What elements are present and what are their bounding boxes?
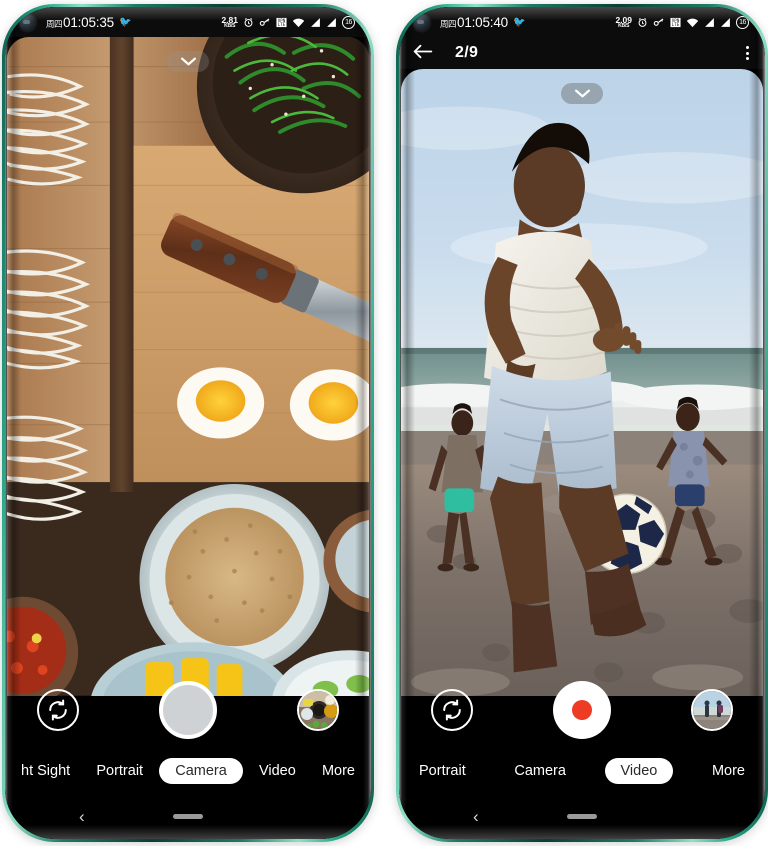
- mode-more[interactable]: More: [312, 758, 365, 784]
- alarm-icon: [243, 17, 254, 28]
- front-camera-punch-hole: [413, 13, 430, 31]
- vpn-icon: VPN LTE: [670, 17, 681, 28]
- mode-portrait[interactable]: Portrait: [86, 758, 153, 784]
- mode-video[interactable]: Video: [604, 758, 674, 784]
- record-button[interactable]: [553, 681, 611, 739]
- phone-device-camera: 周四 01:05:35 🐦 2.81 KB/S VPN LTE 16 ht Si…: [2, 4, 374, 842]
- system-navigation-bar: ‹: [399, 793, 765, 839]
- camera-controls: [7, 679, 369, 741]
- status-icons: 2.09 KB/S VPN LTE 16: [615, 15, 749, 29]
- status-bar: 周四 01:05:35 🐦 2.81 KB/S VPN LTE 16: [5, 7, 371, 37]
- svg-text:LTE: LTE: [278, 22, 286, 27]
- record-dot-icon: [572, 700, 592, 720]
- status-clock: 周四 01:05:35: [46, 15, 114, 30]
- food-flatlay-scene: [7, 37, 369, 696]
- signal-icon: [310, 17, 321, 28]
- back-arrow-icon[interactable]: [413, 44, 433, 63]
- mode-camera[interactable]: Camera: [504, 758, 576, 784]
- camera-flip-icon: [49, 699, 67, 721]
- status-time: 01:05:35: [63, 14, 114, 30]
- front-camera-punch-hole: [19, 13, 36, 31]
- vpn-icon: VPN LTE: [276, 17, 287, 28]
- camera-viewfinder[interactable]: ht Sight Portrait Camera Video More: [7, 37, 369, 793]
- svg-text:LTE: LTE: [672, 22, 680, 27]
- chevron-down-icon: [180, 57, 196, 66]
- status-weekday: 周四: [46, 18, 63, 29]
- signal-icon: [326, 17, 337, 28]
- nav-home-pill[interactable]: [567, 813, 597, 819]
- battery-indicator: 16: [736, 15, 749, 29]
- mode-video[interactable]: Video: [249, 758, 306, 784]
- status-bar: 周四 01:05:40 🐦 2.09 KB/S VPN LTE 16: [399, 7, 765, 37]
- app-notification-icon: 🐦: [118, 16, 132, 28]
- camera-mode-selector[interactable]: ht Sight Portrait Camera Video More: [7, 749, 369, 793]
- camera-flip-button[interactable]: [37, 689, 79, 731]
- battery-indicator: 16: [342, 15, 355, 29]
- beach-walkers-thumbnail: [693, 691, 731, 729]
- nav-back-button[interactable]: ‹: [473, 808, 479, 825]
- network-speed-indicator: 2.09 KB/S: [615, 15, 632, 29]
- overflow-menu-icon[interactable]: [746, 46, 749, 60]
- nav-back-button[interactable]: ‹: [79, 808, 85, 825]
- gallery-counter-title: 2/9: [455, 44, 479, 61]
- beach-football-scene: [401, 69, 763, 697]
- camera-flip-icon: [443, 699, 461, 721]
- phone-screen: 周四 01:05:35 🐦 2.81 KB/S VPN LTE 16 ht Si…: [5, 7, 371, 839]
- chevron-down-icon: [574, 89, 590, 98]
- status-icons: 2.81 KB/S VPN LTE 16: [221, 15, 355, 29]
- camera-mode-selector[interactable]: Portrait Camera Video More: [401, 749, 763, 793]
- camera-flip-button[interactable]: [431, 689, 473, 731]
- phone-frame: 周四 01:05:35 🐦 2.81 KB/S VPN LTE 16 ht Si…: [5, 7, 371, 839]
- shutter-button[interactable]: [159, 681, 217, 739]
- mode-camera[interactable]: Camera: [159, 758, 243, 784]
- system-navigation-bar: ‹: [5, 793, 371, 839]
- video-viewfinder[interactable]: Portrait Camera Video More: [401, 69, 763, 793]
- screenshot-canvas: 周四 01:05:35 🐦 2.81 KB/S VPN LTE 16 ht Si…: [0, 0, 768, 846]
- status-clock: 周四 01:05:40: [440, 15, 508, 30]
- alarm-icon: [637, 17, 648, 28]
- gallery-header: 2/9: [399, 37, 765, 69]
- wifi-icon: [686, 17, 699, 28]
- nav-home-pill[interactable]: [173, 813, 203, 819]
- gallery-thumbnail-button[interactable]: [691, 689, 733, 731]
- status-weekday: 周四: [440, 18, 457, 29]
- network-speed-indicator: 2.81 KB/S: [221, 15, 238, 29]
- mode-portrait[interactable]: Portrait: [409, 758, 476, 784]
- phone-frame: 周四 01:05:40 🐦 2.09 KB/S VPN LTE 16 2/9 P…: [399, 7, 765, 839]
- phone-device-video: 周四 01:05:40 🐦 2.09 KB/S VPN LTE 16 2/9 P…: [396, 4, 768, 842]
- video-controls: [401, 679, 763, 741]
- gallery-thumbnail-button[interactable]: [297, 689, 339, 731]
- app-notification-icon: 🐦: [512, 16, 526, 28]
- status-time: 01:05:40: [457, 14, 508, 30]
- key-icon: [259, 17, 271, 28]
- mode-night-sight[interactable]: ht Sight: [11, 758, 80, 784]
- camera-settings-expand-button[interactable]: [167, 51, 209, 72]
- spices-bowls-thumbnail: [299, 691, 337, 729]
- phone-screen: 周四 01:05:40 🐦 2.09 KB/S VPN LTE 16 2/9 P…: [399, 7, 765, 839]
- wifi-icon: [292, 17, 305, 28]
- key-icon: [653, 17, 665, 28]
- signal-icon: [720, 17, 731, 28]
- mode-more[interactable]: More: [702, 758, 755, 784]
- video-settings-expand-button[interactable]: [561, 83, 603, 104]
- signal-icon: [704, 17, 715, 28]
